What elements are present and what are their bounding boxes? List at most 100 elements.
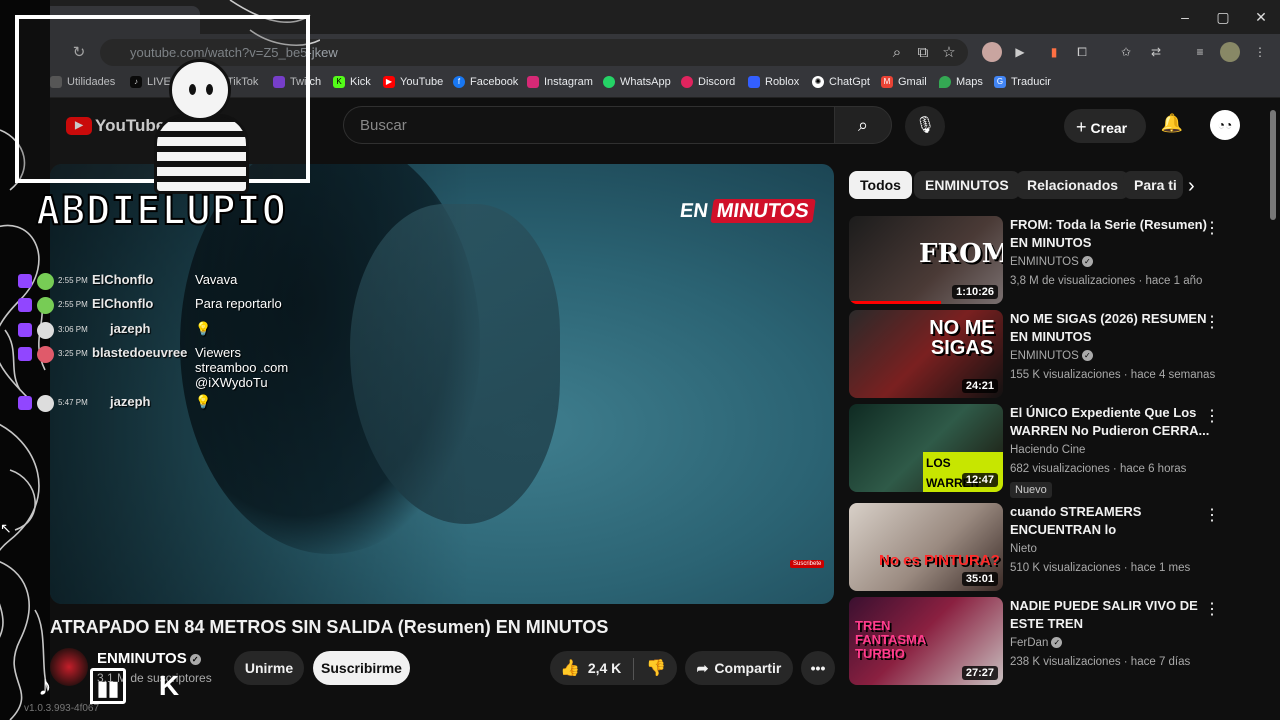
video-thumbnail[interactable]: FROM 1:10:26: [849, 216, 1003, 304]
share-icon: ➦: [696, 660, 709, 676]
like-count[interactable]: 2,4 K: [588, 660, 621, 676]
new-badge: Nuevo: [1010, 482, 1052, 498]
bookmark-traducir[interactable]: G Traducir: [994, 76, 1051, 88]
video-thumbnail[interactable]: No es PINTURA? 35:01: [849, 503, 1003, 591]
minimize-icon[interactable]: –: [1166, 6, 1204, 28]
list-item[interactable]: NO ME SIGAS 24:21 NO ME SIGAS (2026) RES…: [849, 310, 1269, 402]
menu-kebab-icon[interactable]: ⋮: [1250, 42, 1270, 62]
progress-bar: [849, 301, 942, 304]
kick-icon: K: [158, 670, 180, 701]
kebab-icon[interactable]: ⋮: [1204, 505, 1220, 525]
chip-todos[interactable]: Todos: [849, 171, 912, 199]
extension-icon[interactable]: [982, 42, 1002, 62]
twitch-icon: [18, 298, 32, 312]
webcam-frame: [15, 15, 310, 194]
character-body: [154, 114, 249, 194]
avatar: [37, 273, 54, 290]
translate-icon: G: [994, 76, 1006, 88]
like-dislike-group: 👍 2,4 K 👎: [550, 651, 677, 685]
divider: [633, 658, 635, 681]
list-item[interactable]: No es PINTURA? 35:01 cuando STREAMERS EN…: [849, 503, 1269, 595]
bookmark-maps[interactable]: Maps: [939, 76, 983, 88]
dislike-icon[interactable]: 👎: [646, 660, 666, 677]
account-avatar[interactable]: ◔◔: [1210, 110, 1240, 140]
mic-icon[interactable]: 🎙: [905, 106, 945, 146]
search-icon[interactable]: ⌕: [834, 106, 892, 144]
verified-icon: ✓: [1051, 637, 1063, 649]
verified-icon: ✓: [1081, 350, 1093, 362]
youtube-icon: ▶: [383, 76, 395, 88]
chat-message: 5:47 PM jazeph 💡: [18, 394, 318, 414]
chevron-right-icon[interactable]: ›: [1188, 175, 1195, 198]
list-item[interactable]: FROM 1:10:26 FROM: Toda la Serie (Resume…: [849, 216, 1269, 308]
subscribe-watermark[interactable]: Suscribete: [790, 560, 825, 568]
bookmark-roblox[interactable]: Roblox: [748, 76, 799, 88]
kebab-icon[interactable]: ⋮: [1204, 406, 1220, 426]
version-label: v1.0.3.993-4f067: [24, 703, 100, 714]
twitch-icon: ▮▮: [90, 668, 126, 704]
bookmark-chatgpt[interactable]: ✺ ChatGpt: [812, 76, 870, 88]
video-thumbnail[interactable]: NO ME SIGAS 24:21: [849, 310, 1003, 398]
like-icon[interactable]: 👍: [560, 660, 580, 677]
subscribe-button[interactable]: Suscribirme: [313, 651, 410, 685]
extension-play-icon[interactable]: ▶: [1010, 42, 1030, 62]
twitch-icon: [18, 323, 32, 337]
character-head: [169, 59, 231, 121]
bookmark-facebook[interactable]: f Facebook: [453, 76, 518, 88]
bookmark-whatsapp[interactable]: WhatsApp: [603, 76, 671, 88]
video-thumbnail[interactable]: TREN FANTASMA TURBIO 27:27: [849, 597, 1003, 685]
streamer-name: ABDIELUPIO: [35, 187, 287, 235]
cast-icon[interactable]: ⧉: [912, 42, 934, 64]
kebab-icon[interactable]: ⋮: [1204, 218, 1220, 238]
instagram-icon: [527, 76, 539, 88]
twitch-icon: [18, 396, 32, 410]
bookmark-star-icon[interactable]: ☆: [938, 42, 960, 64]
chat-message: 3:06 PM jazeph 💡: [18, 321, 318, 341]
video-thumbnail[interactable]: LOS WARREN 12:47: [849, 404, 1003, 492]
list-item[interactable]: TREN FANTASMA TURBIO 27:27 NADIE PUEDE S…: [849, 597, 1269, 689]
profile-avatar-icon[interactable]: [1220, 42, 1240, 62]
favorites-icon[interactable]: ✩: [1116, 42, 1136, 62]
kick-icon: K: [333, 76, 345, 88]
scrollbar[interactable]: [1270, 110, 1276, 220]
channel-watermark: EN MINUTOS: [679, 199, 816, 223]
bookmark-instagram[interactable]: Instagram: [527, 76, 593, 88]
tiktok-icon: ♪: [38, 670, 52, 701]
maps-icon: [939, 76, 951, 88]
chip-relacionados[interactable]: Relacionados: [1016, 171, 1130, 199]
reading-list-icon[interactable]: ≡: [1190, 42, 1210, 62]
twitch-icon: [18, 347, 32, 361]
chip-para-ti[interactable]: Para ti: [1123, 171, 1183, 199]
more-actions-kebab-icon[interactable]: •••: [801, 651, 835, 685]
twitch-icon: [18, 274, 32, 288]
translate-icon[interactable]: ⇄: [1146, 42, 1166, 62]
facebook-icon: f: [453, 76, 465, 88]
bookmark-discord[interactable]: Discord: [681, 76, 735, 88]
bookmark-gmail[interactable]: M Gmail: [881, 76, 927, 88]
mouse-cursor-icon: ↖: [0, 520, 12, 536]
kebab-icon[interactable]: ⋮: [1204, 599, 1220, 619]
bell-icon[interactable]: 🔔: [1160, 113, 1184, 137]
chat-message: 2:55 PM ElChonflo Para reportarlo: [18, 296, 318, 316]
maximize-icon[interactable]: ▢: [1204, 6, 1242, 28]
avatar: [37, 322, 54, 339]
close-icon[interactable]: ✕: [1242, 6, 1280, 28]
create-button[interactable]: + Crear: [1064, 109, 1146, 143]
chatgpt-icon: ✺: [812, 76, 824, 88]
avatar: [37, 297, 54, 314]
search-input[interactable]: Buscar: [343, 106, 834, 144]
bookmark-kick[interactable]: K Kick: [333, 76, 371, 88]
share-button[interactable]: ➦ Compartir: [685, 651, 793, 685]
verified-icon: ✓: [1081, 256, 1093, 268]
avatar: [37, 346, 54, 363]
chip-enminutos[interactable]: ENMINUTOS: [914, 171, 1020, 199]
list-item[interactable]: LOS WARREN 12:47 El ÚNICO Expediente Que…: [849, 404, 1269, 498]
bookmark-youtube[interactable]: ▶ YouTube: [383, 76, 443, 88]
chat-message: 2:55 PM ElChonflo Vavava: [18, 272, 318, 292]
kebab-icon[interactable]: ⋮: [1204, 312, 1220, 332]
zoom-icon[interactable]: ⌕: [886, 42, 908, 64]
extension-icon[interactable]: ▮: [1044, 42, 1064, 62]
discord-icon: [681, 76, 693, 88]
puzzle-icon[interactable]: ⧠: [1072, 42, 1092, 62]
roblox-icon: [748, 76, 760, 88]
